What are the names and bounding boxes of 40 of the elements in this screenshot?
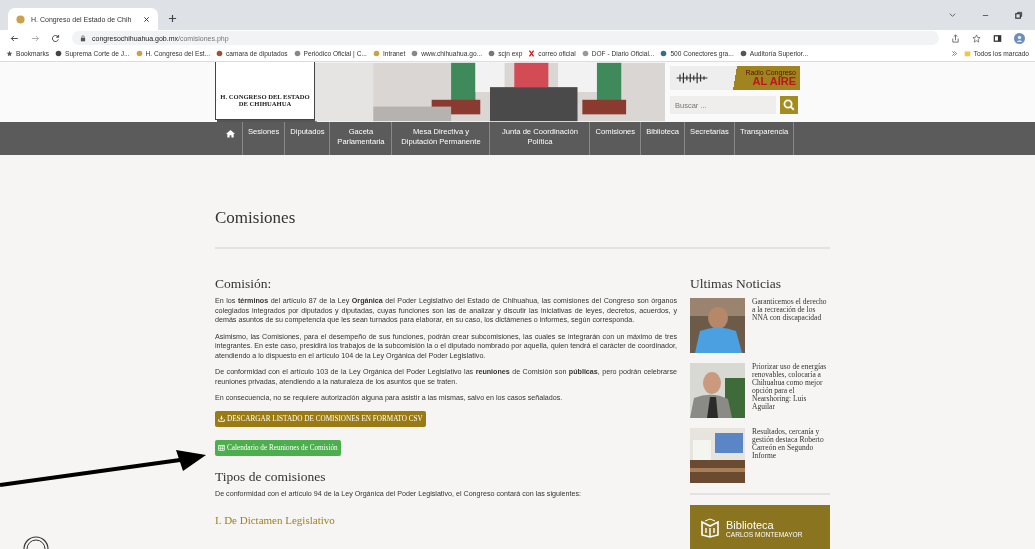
section-heading: Comisión: xyxy=(215,276,273,292)
reload-icon[interactable] xyxy=(51,33,60,43)
star-icon xyxy=(6,50,13,57)
site-icon xyxy=(216,50,223,57)
search-button[interactable] xyxy=(780,96,798,114)
plus-icon[interactable] xyxy=(168,14,177,23)
chevron-down-icon[interactable] xyxy=(948,11,957,20)
back-arrow-icon[interactable] xyxy=(10,33,19,43)
star-icon[interactable] xyxy=(972,33,981,43)
page-title: Comisiones xyxy=(215,155,830,249)
radio-live-label: AL AIRE xyxy=(752,76,796,87)
home-icon xyxy=(225,129,235,138)
section-heading: Tipos de comisiones xyxy=(215,468,327,485)
site-icon xyxy=(739,50,747,57)
subsection-heading: I. De Dictamen Legislativo xyxy=(215,514,336,526)
download-icon xyxy=(218,415,225,422)
sidebar-heading: Ultimas Noticias xyxy=(690,276,783,292)
search-icon xyxy=(783,99,795,111)
site-icon xyxy=(372,50,380,57)
cross-icon xyxy=(528,50,536,57)
double-chevron-icon[interactable] xyxy=(950,50,958,57)
lock-icon xyxy=(80,34,86,42)
site-icon xyxy=(488,50,496,57)
calendar-icon xyxy=(218,444,225,451)
site-icon xyxy=(581,50,589,57)
site-icon xyxy=(660,50,668,57)
side-panel-icon[interactable] xyxy=(993,33,1002,43)
banner-title: Biblioteca xyxy=(726,518,775,531)
avatar-icon[interactable] xyxy=(1014,32,1025,44)
book-icon xyxy=(700,518,720,538)
folder-icon xyxy=(963,50,971,57)
site-icon xyxy=(411,50,419,57)
seal-icon xyxy=(16,14,25,24)
close-icon[interactable] xyxy=(143,15,150,23)
share-icon[interactable] xyxy=(951,33,960,43)
site-icon xyxy=(293,50,301,57)
site-icon xyxy=(55,50,62,57)
site-icon xyxy=(135,50,143,57)
soundwave-icon xyxy=(674,72,710,84)
restore-icon[interactable] xyxy=(1014,11,1023,20)
